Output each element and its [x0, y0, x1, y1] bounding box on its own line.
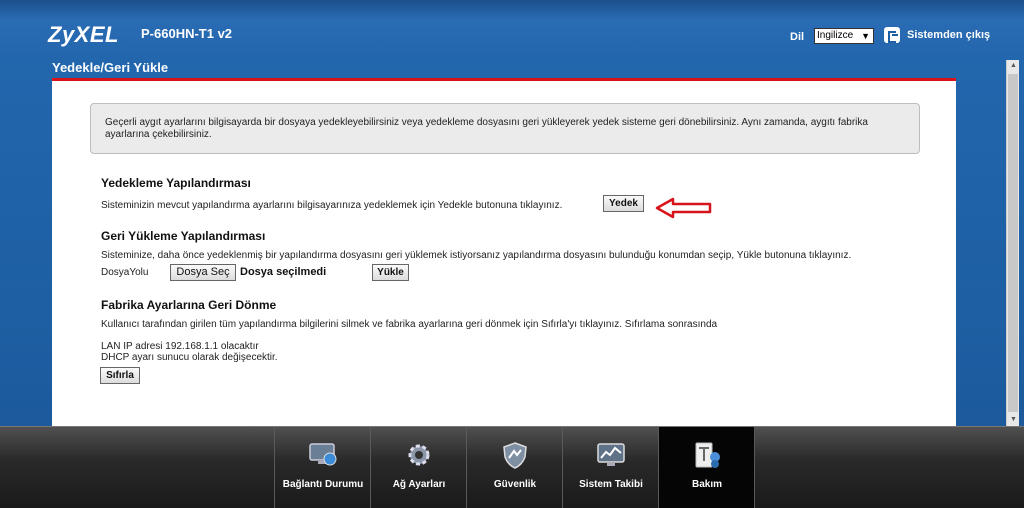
backup-description: Sisteminizin mevcut yapılandırma ayarlar… [101, 200, 563, 211]
reset-button[interactable]: Sıfırla [100, 367, 140, 384]
nav-label: Bakım [691, 479, 722, 490]
nav-label: Sistem Takibi [579, 479, 643, 490]
file-path-label: DosyaYolu [101, 267, 149, 278]
maintenance-icon [695, 442, 720, 468]
nav-item-maintenance[interactable]: Bakım [658, 427, 754, 508]
nav-label: Ağ Ayarları [392, 479, 446, 490]
nav-item-security[interactable]: Güvenlik [466, 427, 562, 508]
chevron-down-icon: ▼ [861, 31, 870, 41]
choose-file-button[interactable]: Dosya Seç [170, 264, 236, 281]
bottom-nav: Bağlantı Durumu Ağ Ayarları Güvenlik Sis… [0, 426, 1024, 508]
page-title: Yedekle/Geri Yükle [52, 60, 169, 75]
nav-item-system-monitor[interactable]: Sistem Takibi [562, 427, 658, 508]
nav-label: Güvenlik [493, 479, 537, 490]
nav-divider [754, 427, 755, 508]
scroll-thumb[interactable] [1008, 74, 1018, 412]
gear-icon [408, 444, 430, 466]
language-value: Ingilizce [817, 30, 854, 41]
scroll-up-icon[interactable]: ▲ [1007, 60, 1020, 72]
chart-monitor-icon [597, 443, 625, 466]
model-name: P-660HN-T1 v2 [141, 26, 233, 41]
backup-button[interactable]: Yedek [603, 195, 644, 212]
nav-item-network-settings[interactable]: Ağ Ayarları [370, 427, 466, 508]
restore-description: Sisteminize, daha önce yedeklenmiş bir y… [101, 250, 852, 261]
content-panel: Geçerli aygıt ayarlarını bilgisayarda bi… [52, 81, 956, 426]
scroll-down-icon[interactable]: ▼ [1007, 414, 1020, 426]
factory-lan-ip: LAN IP adresi 192.168.1.1 olacaktır [101, 341, 259, 352]
backup-section-title: Yedekleme Yapılandırması [101, 176, 251, 190]
brand-logo: ZyXEL [48, 22, 119, 47]
logout-link[interactable]: Sistemden çıkış [907, 29, 990, 41]
app-window: ZyXEL P-660HN-T1 v2 Dil Ingilizce ▼ Sist… [0, 0, 1024, 508]
nav-item-connection-status[interactable]: Bağlantı Durumu [274, 427, 370, 508]
logout-icon[interactable] [884, 27, 900, 43]
nav-label: Bağlantı Durumu [282, 479, 364, 490]
restore-section-title: Geri Yükleme Yapılandırması [101, 229, 266, 243]
upload-button[interactable]: Yükle [372, 264, 409, 281]
info-box: Geçerli aygıt ayarlarını bilgisayarda bi… [90, 103, 920, 154]
no-file-text: Dosya seçilmedi [240, 266, 327, 278]
vertical-scrollbar[interactable]: ▲ ▼ [1006, 60, 1019, 426]
language-label: Dil [790, 31, 805, 43]
factory-dhcp: DHCP ayarı sunucu olarak değişecektir. [101, 352, 278, 363]
language-select[interactable]: Ingilizce ▼ [814, 28, 874, 44]
factory-section-title: Fabrika Ayarlarına Geri Dönme [101, 298, 277, 312]
factory-description: Kullanıcı tarafından girilen tüm yapılan… [101, 319, 718, 330]
red-arrow-annotation [655, 197, 712, 219]
shield-icon [503, 442, 527, 469]
monitor-globe-icon [309, 443, 337, 466]
